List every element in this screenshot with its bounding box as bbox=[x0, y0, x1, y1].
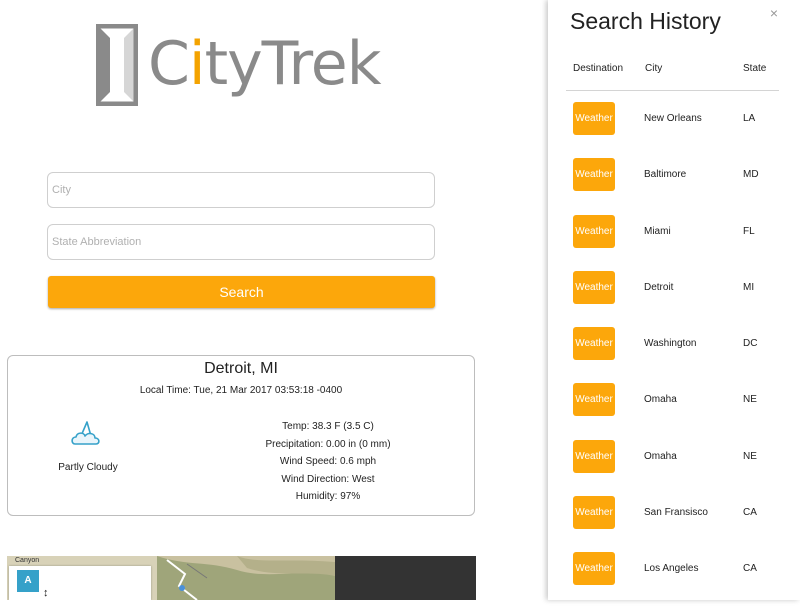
logo-text: CityTrek bbox=[148, 20, 382, 108]
history-state: CA bbox=[743, 563, 757, 575]
logo-text-prefix: C bbox=[148, 29, 190, 99]
history-state: NE bbox=[743, 394, 757, 406]
history-city: Detroit bbox=[644, 281, 674, 293]
weather-button[interactable]: Weather bbox=[573, 158, 615, 192]
history-row: Weather Baltimore MD bbox=[548, 157, 800, 213]
search-history-title: Search History bbox=[570, 8, 721, 34]
search-button[interactable]: Search bbox=[48, 276, 435, 308]
history-state: LA bbox=[743, 113, 756, 124]
history-row: Weather Miami FL bbox=[548, 214, 800, 270]
column-header-state: State bbox=[743, 63, 767, 74]
weather-button[interactable]: Weather bbox=[573, 327, 615, 361]
history-row: Weather Los Angeles CA bbox=[548, 551, 800, 607]
history-city: Omaha bbox=[644, 450, 677, 462]
weather-wind-direction: Wind Direction: West bbox=[281, 473, 375, 485]
swap-arrows-icon[interactable]: ↕ bbox=[43, 586, 49, 600]
city-input[interactable] bbox=[47, 172, 435, 208]
history-city: San Fransisco bbox=[644, 507, 708, 519]
partly-cloudy-icon bbox=[71, 421, 100, 445]
map-view[interactable]: Canyon A ↕ bbox=[7, 556, 476, 600]
history-state: DC bbox=[743, 338, 758, 350]
history-row: Weather San Fransisco CA bbox=[548, 495, 800, 551]
history-row: Weather Omaha NE bbox=[548, 439, 800, 495]
history-city: Los Angeles bbox=[644, 563, 699, 575]
history-city: New Orleans bbox=[644, 113, 702, 124]
map-marker-a[interactable]: A bbox=[17, 570, 39, 592]
history-state: CA bbox=[743, 507, 757, 519]
column-header-city: City bbox=[645, 63, 663, 74]
weather-local-time: Local Time: Tue, 21 Mar 2017 03:53:18 -0… bbox=[139, 385, 343, 396]
column-header-destination: Destination bbox=[573, 63, 624, 74]
weather-button[interactable]: Weather bbox=[573, 383, 615, 417]
history-city: Omaha bbox=[644, 394, 677, 406]
weather-button[interactable]: Weather bbox=[573, 102, 615, 135]
search-history-panel: Search History × Destination City State … bbox=[548, 0, 800, 600]
weather-button[interactable]: Weather bbox=[573, 439, 615, 473]
map-dark-overlay bbox=[335, 556, 476, 600]
logo-text-accent: i bbox=[188, 29, 206, 99]
weather-details: Temp: 38.3 F (3.5 C) Precipitation: 0.00… bbox=[238, 418, 418, 506]
history-state: FL bbox=[743, 225, 755, 237]
history-state: MD bbox=[743, 169, 759, 181]
history-row: Weather Washington DC bbox=[548, 326, 800, 382]
logo-bracket-icon bbox=[96, 24, 138, 106]
weather-button[interactable]: Weather bbox=[573, 270, 615, 304]
weather-precipitation: Precipitation: 0.00 in (0 mm) bbox=[265, 438, 391, 450]
weather-humidity: Humidity: 97% bbox=[295, 491, 361, 502]
weather-card: Detroit, MI Local Time: Tue, 21 Mar 2017… bbox=[7, 355, 475, 516]
history-city: Baltimore bbox=[644, 169, 687, 181]
history-row: Weather Detroit MI bbox=[548, 270, 800, 326]
weather-temp: Temp: 38.3 F (3.5 C) bbox=[282, 421, 374, 432]
history-divider bbox=[566, 90, 779, 91]
close-icon[interactable]: × bbox=[767, 4, 781, 22]
history-city: Washington bbox=[644, 338, 697, 350]
weather-button[interactable]: Weather bbox=[573, 552, 615, 586]
weather-button[interactable]: Weather bbox=[573, 496, 615, 530]
map-place-label: Canyon bbox=[15, 557, 40, 564]
weather-button[interactable]: Weather bbox=[573, 214, 615, 248]
weather-wind-speed: Wind Speed: 0.6 mph bbox=[279, 456, 377, 467]
history-state: MI bbox=[743, 281, 755, 293]
history-list: Weather New Orleans LA Weather Baltimore… bbox=[548, 101, 800, 608]
logo-text-suffix: tyTrek bbox=[204, 29, 382, 99]
weather-city-title: Detroit, MI bbox=[204, 360, 278, 377]
history-state: NE bbox=[743, 450, 757, 462]
history-city: Miami bbox=[644, 225, 671, 237]
citytrek-logo: CityTrek bbox=[96, 22, 386, 110]
weather-condition: Partly Cloudy bbox=[58, 462, 118, 473]
history-row: Weather Omaha NE bbox=[548, 382, 800, 438]
state-abbreviation-input[interactable] bbox=[47, 224, 435, 260]
history-row: Weather New Orleans LA bbox=[548, 101, 800, 157]
